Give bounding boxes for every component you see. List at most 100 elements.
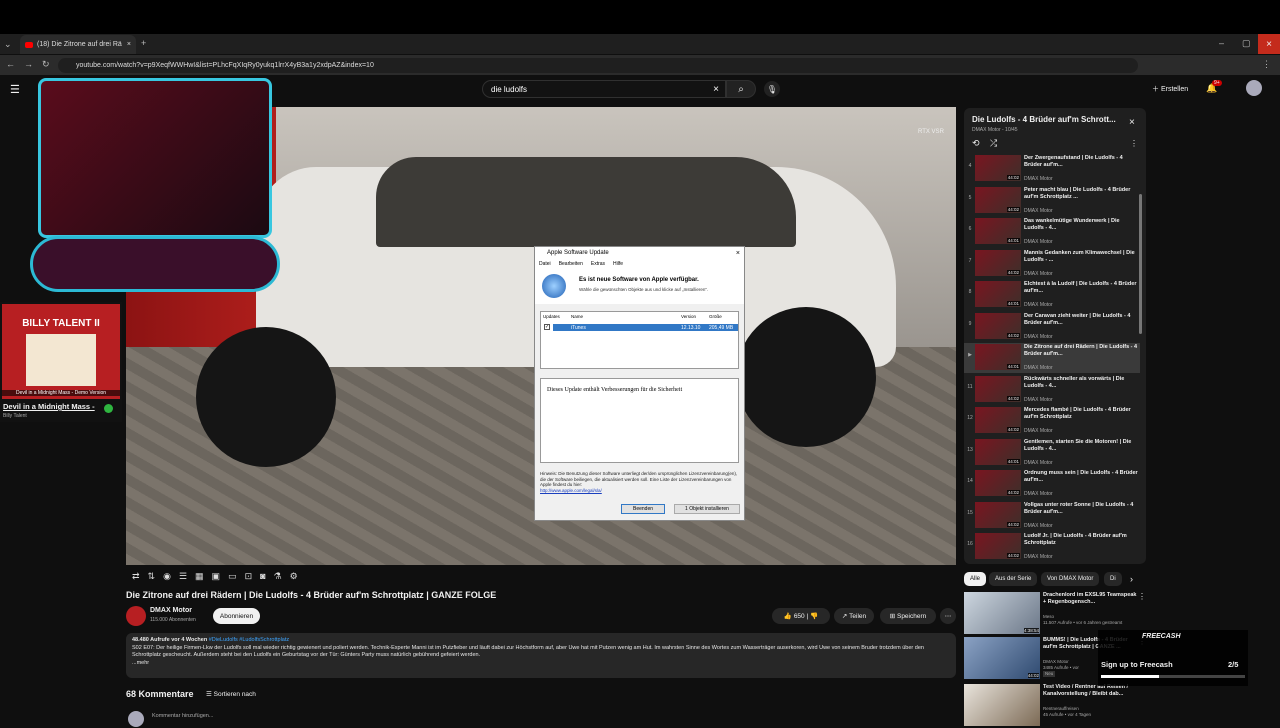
- reload-icon[interactable]: ↻: [42, 59, 50, 70]
- video-frame-wheel: [196, 327, 336, 467]
- back-icon[interactable]: ←: [6, 59, 15, 69]
- playlist-item[interactable]: 16 44:02 Ludolf Jr. | Die Ludolfs - 4 Br…: [964, 532, 1140, 562]
- update-row-itunes[interactable]: iTunes 12.13.10 205,49 MB: [553, 324, 738, 331]
- col-updates: Updates: [543, 314, 560, 319]
- playlist-item[interactable]: 5 44:02 Peter macht blau | Die Ludolfs -…: [964, 186, 1140, 216]
- rec-meta: Rentnerauffreisen 45 Aufrufe • vor 4 Tage…: [1043, 706, 1143, 718]
- menu-datei[interactable]: Datei: [539, 261, 551, 267]
- playlist-item[interactable]: 9 44:02 Der Caravan zieht weiter | Die L…: [964, 312, 1140, 342]
- playlist-item-channel: DMAX Motor: [1024, 270, 1053, 277]
- playlist-title[interactable]: Die Ludolfs - 4 Brüder auf'm Schrott...: [972, 115, 1116, 124]
- settings-icon[interactable]: ⚙: [290, 571, 298, 582]
- playlist-item[interactable]: 12 44:02 Mercedes flambé | Die Ludolfs -…: [964, 406, 1140, 436]
- audio-icon[interactable]: ◉: [163, 571, 171, 582]
- loop-playlist-icon[interactable]: ⟲: [972, 138, 980, 149]
- chip-von-dmax-motor[interactable]: Von DMAX Motor: [1041, 572, 1100, 586]
- playlist-item-index: 4: [968, 163, 972, 169]
- freecash-overlay[interactable]: FREECASH Sign up to Freecash 2/5: [1098, 630, 1248, 686]
- channel-avatar[interactable]: [126, 606, 146, 626]
- playlist-item-channel: DMAX Motor: [1024, 428, 1053, 434]
- menu-hilfe[interactable]: Hilfe: [613, 261, 623, 267]
- hamburger-menu-icon[interactable]: ☰: [10, 83, 20, 96]
- hashtags[interactable]: #DieLudolfs #LudolfsSchrottplatz: [209, 637, 289, 643]
- channel-name[interactable]: DMAX Motor: [150, 607, 192, 614]
- webcam-overlay: [30, 76, 280, 294]
- more-actions-icon[interactable]: ⋯: [940, 608, 956, 624]
- minimize-icon[interactable]: –: [1219, 38, 1224, 48]
- image-icon[interactable]: ▣: [212, 571, 221, 582]
- clear-search-icon[interactable]: ×: [713, 84, 719, 95]
- tab-list-icon[interactable]: ⌄: [4, 39, 12, 50]
- playlist-item-thumbnail: 44:02: [975, 155, 1021, 181]
- install-button[interactable]: 1 Objekt installieren: [674, 504, 740, 514]
- chip-alle[interactable]: Alle: [964, 572, 987, 586]
- playlist-subtitle: DMAX Motor - 10/45: [972, 127, 1018, 133]
- forward-icon[interactable]: →: [24, 59, 33, 69]
- rec-menu-icon[interactable]: ⋮: [1138, 592, 1146, 601]
- new-tab-icon[interactable]: +: [141, 38, 146, 48]
- comment-avatar: [128, 711, 144, 727]
- playlist-item-index: 15: [967, 509, 973, 516]
- search-input[interactable]: die ludolfs ×: [482, 80, 726, 98]
- window-icon[interactable]: ▭: [228, 571, 237, 582]
- playlist-item[interactable]: ▶ 44:01 Die Zitrone auf drei Rädern | Di…: [964, 343, 1140, 373]
- playlist-item[interactable]: 7 44:02 Mannis Gedanken zum Klimawechsel…: [964, 249, 1140, 279]
- calendar-icon[interactable]: ▦: [195, 571, 204, 582]
- browser-menu-icon[interactable]: ⋮: [1262, 59, 1271, 70]
- loop-icon[interactable]: ⇄: [132, 571, 140, 582]
- avatar[interactable]: [1246, 80, 1262, 96]
- playlist-menu-icon[interactable]: ⋮: [1130, 139, 1138, 148]
- search-button[interactable]: ⌕: [726, 80, 756, 98]
- playlist-item[interactable]: 15 44:02 Vollgas unter roter Sonne | Die…: [964, 501, 1140, 531]
- youtube-favicon-icon: [25, 41, 33, 48]
- share-button[interactable]: ↗ Teilen: [834, 608, 874, 624]
- playlist-item[interactable]: 8 44:01 Elchtest à la Ludolf | Die Ludol…: [964, 280, 1140, 310]
- screenshot-icon[interactable]: ⊡: [245, 571, 253, 582]
- dialog-close-icon[interactable]: ×: [736, 250, 740, 257]
- chip-more[interactable]: Di: [1104, 572, 1122, 586]
- playlist-item-index: 13: [967, 446, 973, 453]
- add-comment-input[interactable]: Kommentar hinzufügen...: [152, 713, 213, 719]
- webcam-frame: [38, 78, 272, 238]
- recommendation-item[interactable]: Test Video / Rentner auf Reisen / Kanalv…: [964, 684, 1144, 728]
- close-tab-icon[interactable]: ×: [127, 41, 131, 48]
- menu-bearbeiten[interactable]: Bearbeiten: [559, 261, 583, 267]
- maximize-icon[interactable]: ▢: [1242, 38, 1251, 49]
- address-bar[interactable]: youtube.com/watch?v=p9XeqfWWHwI&list=PLh…: [58, 58, 1138, 73]
- chip-aus-der-serie[interactable]: Aus der Serie: [989, 572, 1038, 586]
- playlist-item[interactable]: 13 44:01 Gentlemen, starten Sie die Moto…: [964, 438, 1140, 468]
- close-window-icon[interactable]: ×: [1258, 34, 1280, 54]
- chip-next-icon[interactable]: ›: [1130, 574, 1133, 584]
- dialog-menubar: Datei Bearbeiten Extras Hilfe: [535, 259, 744, 268]
- freecash-progress-track: [1101, 675, 1245, 678]
- playlist-item[interactable]: 4 44:02 Der Zwergenaufstand | Die Ludolf…: [964, 154, 1140, 184]
- sort-comments-button[interactable]: ☰ Sortieren nach: [206, 690, 256, 698]
- playlist-item-duration: 44:02: [1006, 175, 1020, 180]
- playlist-item[interactable]: 6 44:01 Das wankelmütige Wunderwerk | Di…: [964, 217, 1140, 247]
- browser-tab[interactable]: (18) Die Zitrone auf drei Rä ×: [20, 35, 136, 54]
- subscribe-button[interactable]: Abonnieren: [213, 608, 260, 624]
- voice-search-icon[interactable]: 🎙: [764, 81, 780, 97]
- license-link[interactable]: http://www.apple.com/legal/sla/: [540, 488, 602, 493]
- playlist-item-duration: 44:01: [1006, 364, 1020, 369]
- save-button[interactable]: ⊞ Speichern: [880, 608, 936, 624]
- shuffle-icon[interactable]: ⤮: [990, 138, 997, 149]
- description-box[interactable]: 48.480 Aufrufe vor 4 Wochen #DieLudolfs …: [126, 633, 956, 678]
- playlist-item[interactable]: 11 44:02 Rückwärts schneller als vorwärt…: [964, 375, 1140, 405]
- playlist-item[interactable]: 14 44:02 Ordnung muss sein | Die Ludolfs…: [964, 469, 1140, 499]
- playlist-item-title: Der Zwergenaufstand | Die Ludolfs - 4 Br…: [1024, 155, 1123, 168]
- list-icon[interactable]: ☰: [179, 571, 187, 582]
- more-link[interactable]: ...mehr: [132, 660, 950, 668]
- like-button[interactable]: 👍 650 | 👎: [772, 608, 830, 624]
- camera-icon[interactable]: ◙: [260, 571, 265, 581]
- menu-extras[interactable]: Extras: [591, 261, 605, 267]
- sort-icon[interactable]: ⇅: [148, 571, 156, 582]
- item-checkbox[interactable]: ✓: [544, 324, 550, 330]
- create-button[interactable]: ＋ Erstellen: [1152, 84, 1188, 94]
- quit-button[interactable]: Beenden: [621, 504, 665, 514]
- close-playlist-icon[interactable]: ×: [1129, 117, 1135, 128]
- flask-icon[interactable]: ⚗: [274, 571, 282, 582]
- dislike-icon[interactable]: 👎: [810, 612, 818, 620]
- playlist-item-duration: 44:02: [1006, 206, 1020, 212]
- playlist-scrollbar[interactable]: [1139, 194, 1142, 334]
